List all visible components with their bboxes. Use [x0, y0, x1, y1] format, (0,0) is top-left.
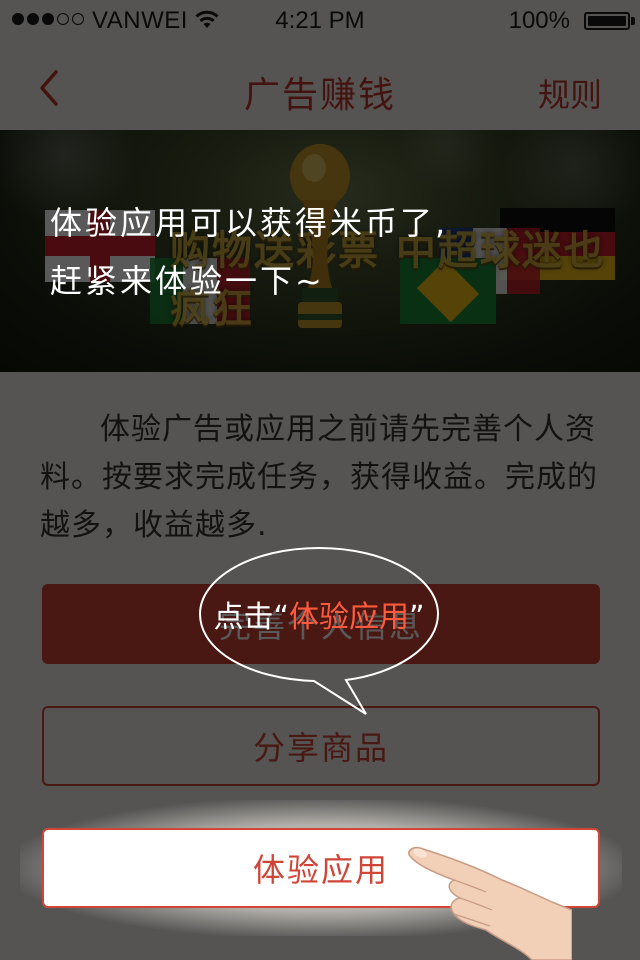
app-screen: VANWEI 4:21 PM 100% 广告赚钱 规则 购物送彩票 中超球迷也疯…: [0, 0, 640, 960]
guide-line-1: 体验应用可以获得米币了,: [50, 204, 449, 242]
pointing-hand-icon: [408, 846, 572, 960]
rules-link[interactable]: 规则: [538, 70, 602, 116]
instructions-text: 体验广告或应用之前请先完善个人资料。按要求完成任务，获得收益。完成的越多，收益越…: [40, 412, 598, 543]
bubble-highlight: 体验应用: [289, 600, 409, 635]
status-bar: VANWEI 4:21 PM 100%: [0, 0, 640, 40]
bubble-quote-close: ”: [409, 600, 425, 635]
battery-percent: 100%: [508, 7, 570, 34]
nav-bar: 广告赚钱 规则: [0, 40, 640, 130]
bubble-text: 点击“体验应用”: [196, 592, 442, 636]
bubble-prefix: 点击: [213, 600, 274, 635]
guide-line-2: 赶紧来体验一下~: [50, 262, 325, 300]
battery-icon: [584, 12, 630, 30]
bubble-quote-open: “: [273, 600, 289, 635]
battery-cap: [631, 17, 635, 25]
guide-message: 体验应用可以获得米币了, 赶紧来体验一下~: [50, 194, 448, 310]
share-goods-button[interactable]: 分享商品: [42, 706, 600, 786]
